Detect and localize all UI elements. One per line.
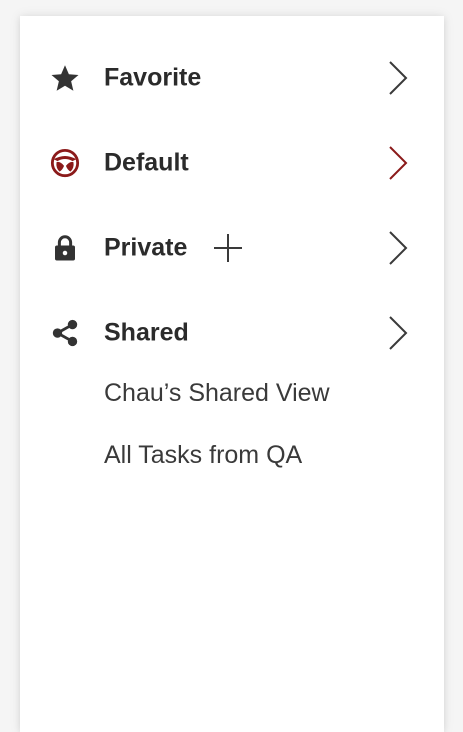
- share-icon: [50, 318, 80, 348]
- shared-view-item[interactable]: Chau’s Shared View: [104, 379, 330, 408]
- chevron-right-icon[interactable]: [384, 60, 412, 96]
- section-shared[interactable]: Shared: [20, 303, 444, 363]
- section-label-default: Default: [104, 148, 189, 177]
- lock-icon: [50, 233, 80, 263]
- add-private-view-button[interactable]: [212, 232, 244, 264]
- chevron-right-icon[interactable]: [384, 145, 412, 181]
- star-icon: [50, 63, 80, 93]
- shared-view-item[interactable]: All Tasks from QA: [104, 441, 302, 470]
- section-favorite[interactable]: Favorite: [20, 48, 444, 108]
- chevron-right-icon[interactable]: [384, 230, 412, 266]
- section-label-shared: Shared: [104, 318, 189, 347]
- section-label-private: Private: [104, 233, 188, 262]
- section-private[interactable]: Private: [20, 218, 444, 278]
- default-logo-icon: [50, 148, 80, 178]
- views-panel: Favorite Default Private Shared Chau’s S…: [20, 16, 444, 732]
- chevron-right-icon[interactable]: [384, 315, 412, 351]
- section-default[interactable]: Default: [20, 133, 444, 193]
- section-label-favorite: Favorite: [104, 63, 202, 92]
- plus-icon: [214, 234, 242, 262]
